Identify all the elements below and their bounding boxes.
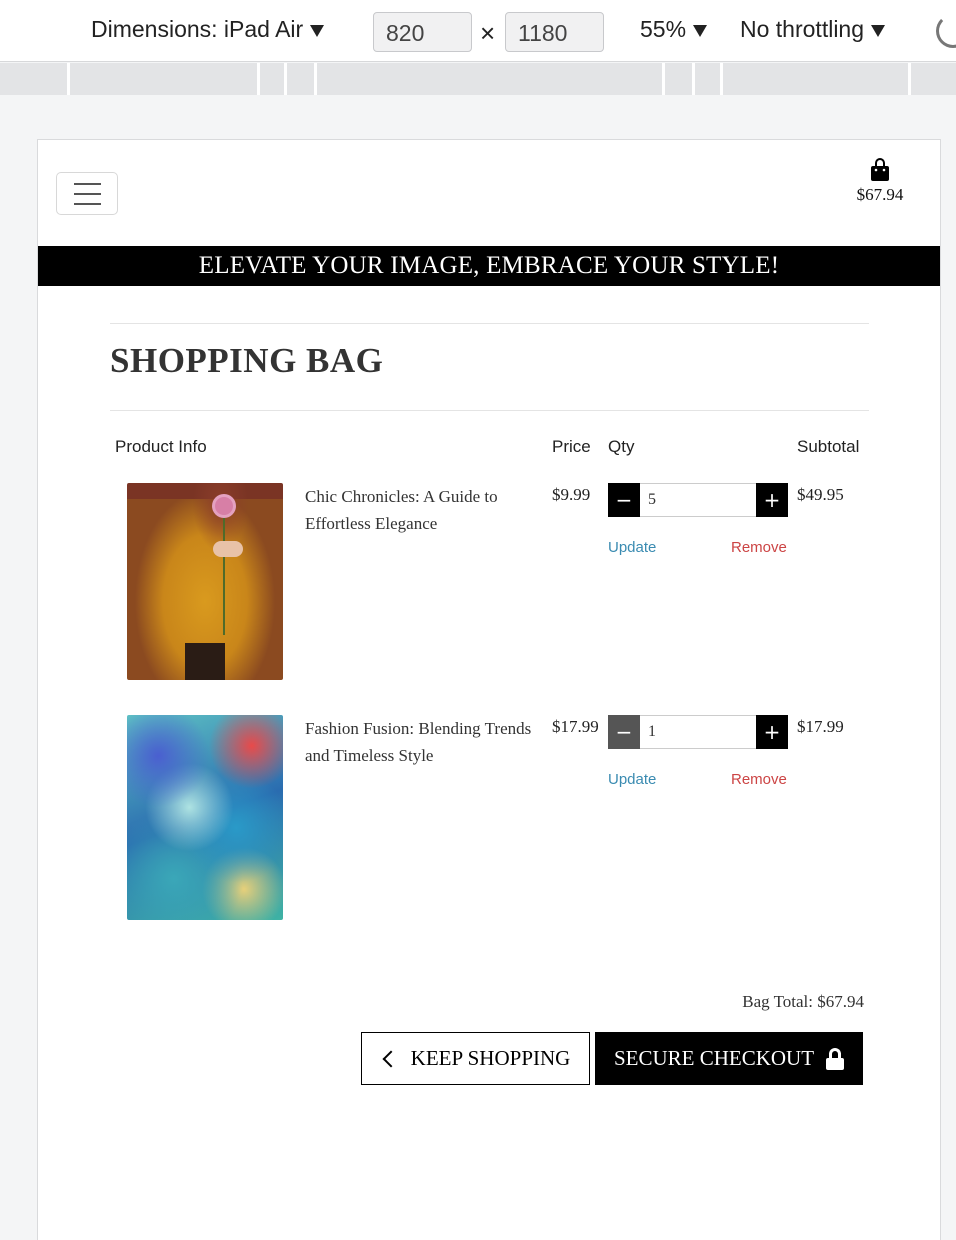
ruler-segment[interactable] — [692, 63, 720, 95]
site-header: $67.94 — [38, 140, 940, 246]
keep-shopping-label: KEEP SHOPPING — [410, 1046, 571, 1070]
lock-icon — [826, 1047, 845, 1070]
ruler-segment[interactable] — [67, 63, 257, 95]
ruler-segment[interactable] — [908, 63, 956, 95]
header-price: Price — [552, 437, 591, 456]
quantity-input[interactable]: 1 — [640, 715, 756, 749]
hamburger-bar-icon — [74, 183, 101, 185]
remove-link[interactable]: Remove — [731, 771, 787, 788]
shopping-bag-link[interactable]: $67.94 — [838, 158, 922, 205]
flower-shape — [215, 497, 233, 515]
ruler-segment[interactable] — [284, 63, 314, 95]
ruler-segment[interactable] — [720, 63, 908, 95]
increment-button[interactable]: + — [756, 483, 788, 517]
dropdown-caret-icon — [871, 24, 886, 37]
header-bag-total: $67.94 — [856, 185, 904, 204]
hand-shape — [213, 541, 243, 557]
times-separator: × — [480, 18, 496, 48]
increment-button[interactable]: + — [756, 715, 788, 749]
divider — [110, 410, 869, 411]
header-qty: Qty — [608, 437, 635, 456]
product-subtotal: $17.99 — [797, 717, 844, 736]
promo-banner: ELEVATE YOUR IMAGE, EMBRACE YOUR STYLE! — [38, 246, 940, 286]
product-subtotal: $49.95 — [797, 485, 844, 504]
keep-shopping-button[interactable]: KEEP SHOPPING — [361, 1032, 590, 1085]
throttling-dropdown[interactable]: No throttling — [740, 16, 886, 43]
product-name: Fashion Fusion: Blending Trends and Time… — [305, 719, 532, 765]
header-subtotal: Subtotal — [797, 437, 860, 456]
bag-total: Bag Total: $67.94 — [742, 992, 864, 1011]
product-image-coat[interactable] — [127, 483, 283, 680]
zoom-label: 55% — [640, 16, 687, 42]
secure-checkout-button[interactable]: SECURE CHECKOUT — [595, 1032, 863, 1085]
throttling-label: No throttling — [740, 16, 865, 42]
viewport-height-input[interactable]: 1180 — [505, 12, 604, 52]
update-link[interactable]: Update — [608, 539, 656, 556]
product-name: Chic Chronicles: A Guide to Effortless E… — [305, 487, 498, 533]
hamburger-bar-icon — [74, 193, 101, 195]
hamburger-bar-icon — [74, 203, 101, 205]
viewport-width-input[interactable]: 820 — [373, 12, 472, 52]
quantity-input[interactable]: 5 — [640, 483, 756, 517]
dropdown-caret-icon — [693, 24, 708, 37]
remove-link[interactable]: Remove — [731, 539, 787, 556]
divider — [110, 323, 869, 324]
product-price: $9.99 — [552, 485, 591, 504]
devtools-device-toolbar: Dimensions: iPad Air 820 × 1180 55% No t… — [0, 0, 956, 62]
device-dimensions-dropdown[interactable]: Dimensions: iPad Air — [91, 16, 325, 43]
flower-stem-shape — [223, 515, 225, 635]
update-link[interactable]: Update — [608, 771, 656, 788]
secure-checkout-label: SECURE CHECKOUT — [613, 1046, 815, 1070]
menu-toggle-button[interactable] — [56, 172, 118, 215]
media-query-ruler — [0, 63, 956, 95]
ruler-segment[interactable] — [257, 63, 284, 95]
page-title: SHOPPING BAG — [110, 341, 384, 380]
header-product-info: Product Info — [115, 437, 207, 456]
quantity-stepper: − 5 + — [608, 483, 788, 517]
chevron-left-icon — [382, 1050, 400, 1067]
decrement-button[interactable]: − — [608, 483, 640, 517]
product-price: $17.99 — [552, 717, 599, 736]
shopping-bag-icon — [871, 158, 889, 181]
dropdown-caret-icon — [310, 24, 325, 37]
product-image-painting[interactable] — [127, 715, 283, 920]
rotate-icon[interactable] — [936, 14, 956, 48]
device-viewport: $67.94 ELEVATE YOUR IMAGE, EMBRACE YOUR … — [37, 139, 941, 1240]
device-dimensions-label: Dimensions: iPad Air — [91, 16, 304, 42]
quantity-stepper: − 1 + — [608, 715, 788, 749]
ruler-segment[interactable] — [662, 63, 692, 95]
leg-shape — [185, 643, 225, 680]
decrement-button[interactable]: − — [608, 715, 640, 749]
zoom-dropdown[interactable]: 55% — [640, 16, 708, 43]
ruler-segment[interactable] — [314, 63, 662, 95]
